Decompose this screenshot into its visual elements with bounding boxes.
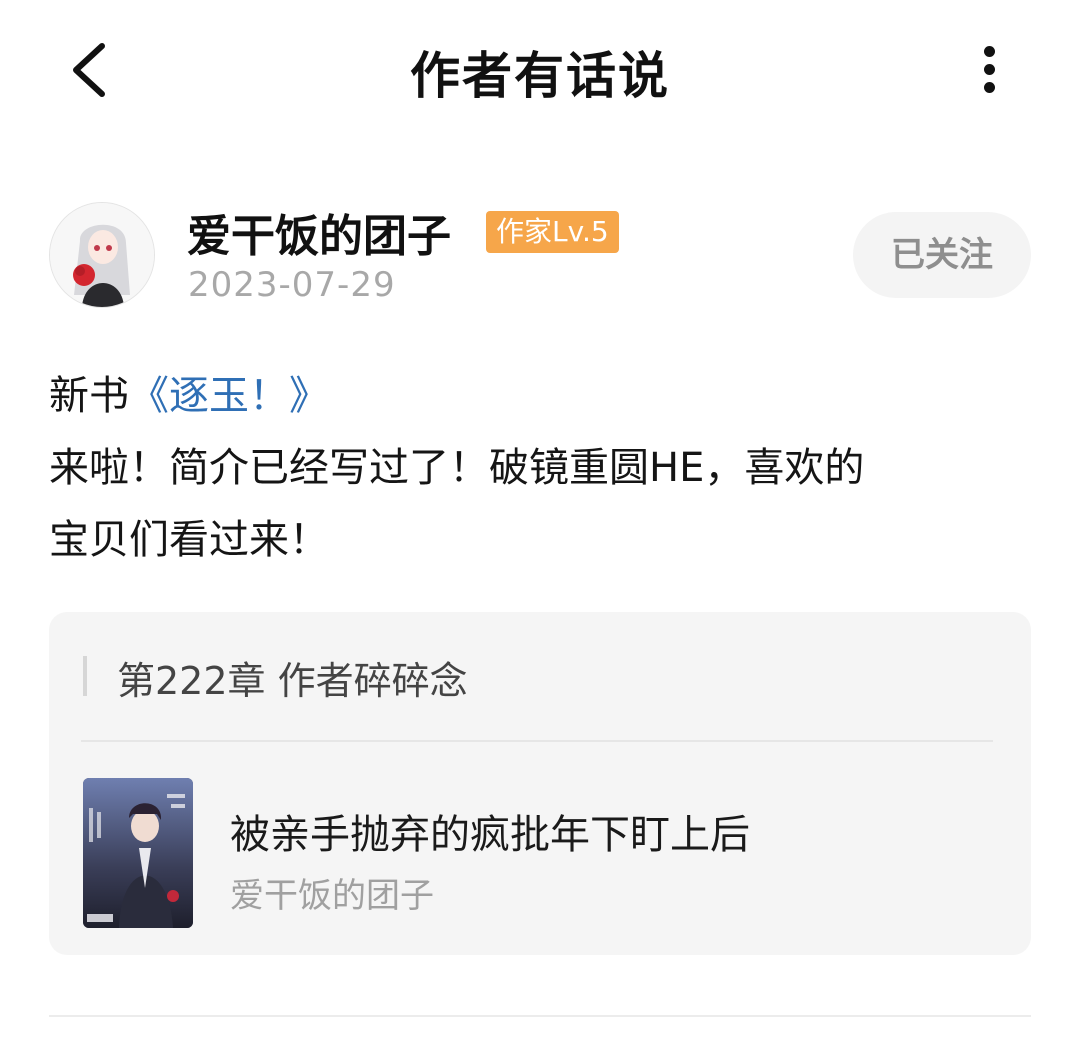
top-bar: 作者有话说: [0, 0, 1080, 140]
post-date: 2023-07-29: [188, 265, 396, 305]
page-title: 作者有话说: [410, 47, 670, 105]
avatar-illustration: [50, 203, 154, 307]
author-avatar[interactable]: [49, 202, 155, 308]
book-author: 爱干饭的团子: [230, 876, 434, 916]
post-line-1-prefix: 新书: [49, 373, 129, 419]
more-button[interactable]: [970, 40, 1010, 100]
chapter-card[interactable]: 第222章 作者碎碎念 被亲手抛弃的疯批年下盯上后 爱干饭的团子: [49, 612, 1031, 955]
post-line-1: 新书《逐玉！》: [49, 360, 1039, 432]
book-title[interactable]: 被亲手抛弃的疯批年下盯上后: [230, 802, 750, 860]
follow-button[interactable]: 已关注: [853, 212, 1031, 298]
book-cover-illustration: [83, 778, 193, 928]
book-link[interactable]: 《逐玉！》: [129, 373, 329, 419]
chapter-title[interactable]: 第222章 作者碎碎念: [117, 650, 468, 705]
post-line-2: 来啦！简介已经写过了！破镜重圆HE，喜欢的: [49, 445, 865, 491]
chapter-accent-bar: [83, 656, 87, 696]
card-divider: [81, 740, 993, 742]
book-cover[interactable]: [83, 778, 193, 928]
post-line-3: 宝贝们看过来！: [49, 517, 329, 563]
bottom-divider: [49, 1015, 1031, 1017]
post-body: 新书《逐玉！》 来啦！简介已经写过了！破镜重圆HE，喜欢的 宝贝们看过来！: [49, 360, 1039, 576]
author-level-badge: 作家Lv.5: [486, 211, 619, 253]
author-name[interactable]: 爱干饭的团子: [187, 200, 451, 264]
